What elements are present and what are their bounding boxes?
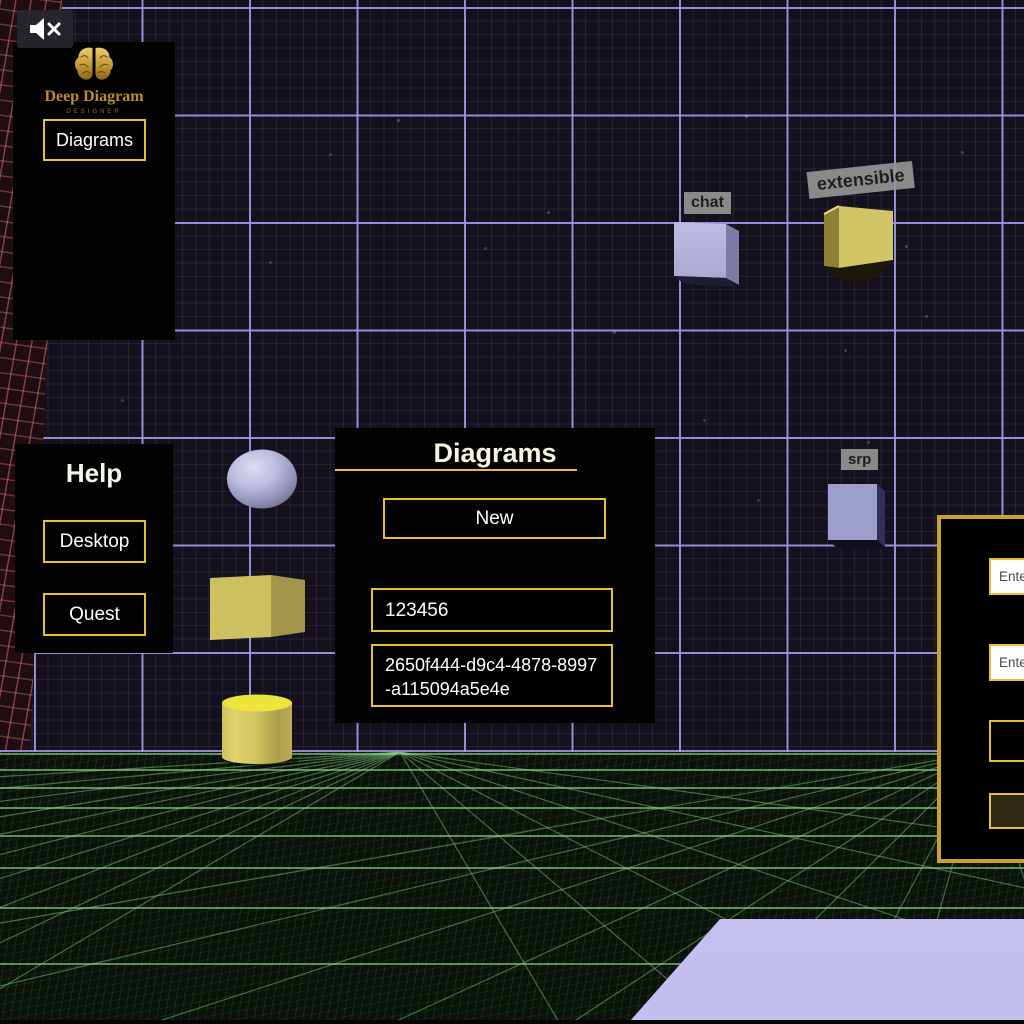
form-text-input-1[interactable]: Ente	[989, 558, 1024, 595]
form-field-empty[interactable]	[989, 720, 1024, 762]
diagram-next-field-partial[interactable]	[335, 469, 577, 477]
form-text-input-2[interactable]: Ente	[989, 644, 1024, 681]
vr-scene-viewport: chat extensible srp Deep Diagram DESIGNE…	[0, 0, 1024, 1024]
cube-label-chat: chat	[684, 192, 731, 214]
form-panel: Ente Ente	[937, 515, 1024, 863]
wall-floor-junction-line	[0, 750, 1024, 752]
brand-panel: Deep Diagram DESIGNER Diagrams	[13, 42, 175, 340]
muted-speaker-icon	[27, 15, 63, 43]
mute-button[interactable]	[17, 10, 73, 48]
form-submit-button[interactable]	[989, 793, 1024, 829]
diagrams-panel: Diagrams New 123456 2650f444-d9c4-4878-8…	[335, 428, 655, 723]
diagram-code-field[interactable]: 123456	[371, 588, 613, 632]
brand-tagline: DESIGNER	[13, 109, 175, 115]
diagrams-menu-button[interactable]: Diagrams	[43, 119, 146, 161]
diagram-uuid-field[interactable]: 2650f444-d9c4-4878-8997-a115094a5e4e	[371, 644, 613, 707]
platform-front-edge	[0, 1020, 1024, 1024]
new-diagram-button[interactable]: New	[383, 498, 606, 539]
help-desktop-button[interactable]: Desktop	[43, 520, 146, 563]
brain-logo-icon	[71, 45, 117, 83]
help-panel-title: Help	[15, 458, 173, 489]
help-quest-button[interactable]: Quest	[43, 593, 146, 636]
cube-label-srp: srp	[841, 449, 878, 470]
brand-name: Deep Diagram	[13, 88, 175, 106]
diagrams-panel-title: Diagrams	[335, 438, 655, 469]
help-panel: Help Desktop Quest	[15, 444, 173, 653]
